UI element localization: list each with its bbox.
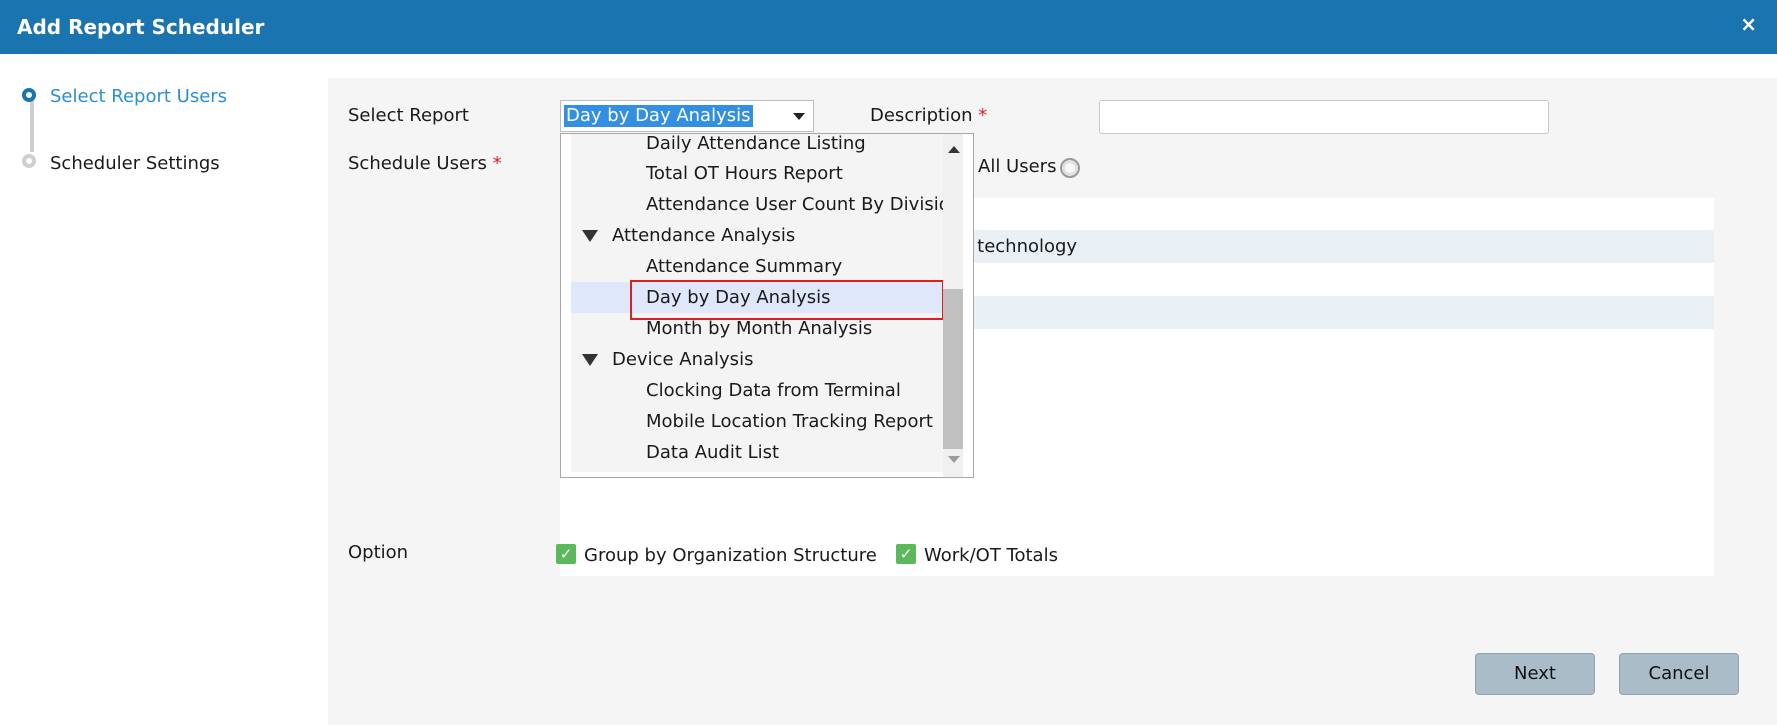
selection-highlight-box — [630, 280, 944, 320]
select-report-dropdown[interactable]: Day by Day Analysis — [560, 100, 814, 132]
dialog-title: Add Report Scheduler — [17, 15, 265, 39]
step-select-report-users[interactable]: Select Report Users — [50, 86, 227, 107]
report-option-attendance-summary[interactable]: Attendance Summary — [571, 251, 951, 282]
report-option-total-ot-hours[interactable]: Total OT Hours Report — [571, 158, 951, 189]
description-input[interactable] — [1099, 100, 1549, 134]
scroll-down-icon[interactable] — [948, 456, 960, 463]
all-users-radio[interactable] — [1060, 158, 1080, 178]
select-report-label: Select Report — [348, 105, 469, 126]
close-icon[interactable]: × — [1740, 14, 1757, 34]
scroll-up-icon[interactable] — [948, 146, 960, 153]
group-by-org-checkbox[interactable]: ✓ — [556, 544, 576, 564]
report-option-mobile-location-tracking[interactable]: Mobile Location Tracking Report — [571, 406, 951, 437]
cancel-button[interactable]: Cancel — [1619, 653, 1739, 695]
form-panel: Select Report Day by Day Analysis Descri… — [328, 78, 1777, 725]
work-ot-totals-checkbox[interactable]: ✓ — [896, 544, 916, 564]
expand-triangle-icon[interactable] — [582, 230, 598, 242]
report-group-attendance-analysis[interactable]: Attendance Analysis — [571, 220, 951, 251]
step-inactive-icon — [22, 154, 36, 168]
chevron-down-icon[interactable] — [793, 113, 805, 120]
report-option-daily-attendance-listing[interactable]: Daily Attendance Listing — [571, 134, 951, 159]
expand-triangle-icon[interactable] — [582, 354, 598, 366]
list-item-label: n technology — [960, 236, 1078, 257]
report-option-clocking-data[interactable]: Clocking Data from Terminal — [571, 375, 951, 406]
option-label: Option — [348, 542, 409, 563]
wizard-steps: Select Report Users Scheduler Settings — [0, 54, 320, 725]
all-users-label: All Users — [978, 156, 1057, 177]
description-label: Description * — [870, 105, 988, 126]
report-group-device-analysis[interactable]: Device Analysis — [571, 344, 951, 375]
dialog-titlebar: Add Report Scheduler × — [0, 0, 1777, 54]
next-button[interactable]: Next — [1475, 653, 1595, 695]
group-by-org-label: Group by Organization Structure — [584, 545, 877, 566]
select-report-value: Day by Day Analysis — [564, 105, 753, 127]
step-connector — [30, 96, 34, 152]
scroll-thumb[interactable] — [943, 289, 963, 449]
report-tree: Daily Attendance Listing Total OT Hours … — [571, 134, 951, 472]
dropdown-scrollbar[interactable] — [943, 134, 963, 477]
schedule-users-label: Schedule Users * — [348, 153, 502, 174]
report-option-data-audit-list[interactable]: Data Audit List — [571, 437, 951, 468]
report-option-attendance-user-count[interactable]: Attendance User Count By Division — [571, 189, 951, 220]
step-scheduler-settings[interactable]: Scheduler Settings — [50, 153, 220, 174]
work-ot-totals-label: Work/OT Totals — [924, 545, 1058, 566]
step-active-icon — [22, 88, 36, 102]
report-dropdown-list[interactable]: Daily Attendance Listing Total OT Hours … — [560, 133, 974, 478]
